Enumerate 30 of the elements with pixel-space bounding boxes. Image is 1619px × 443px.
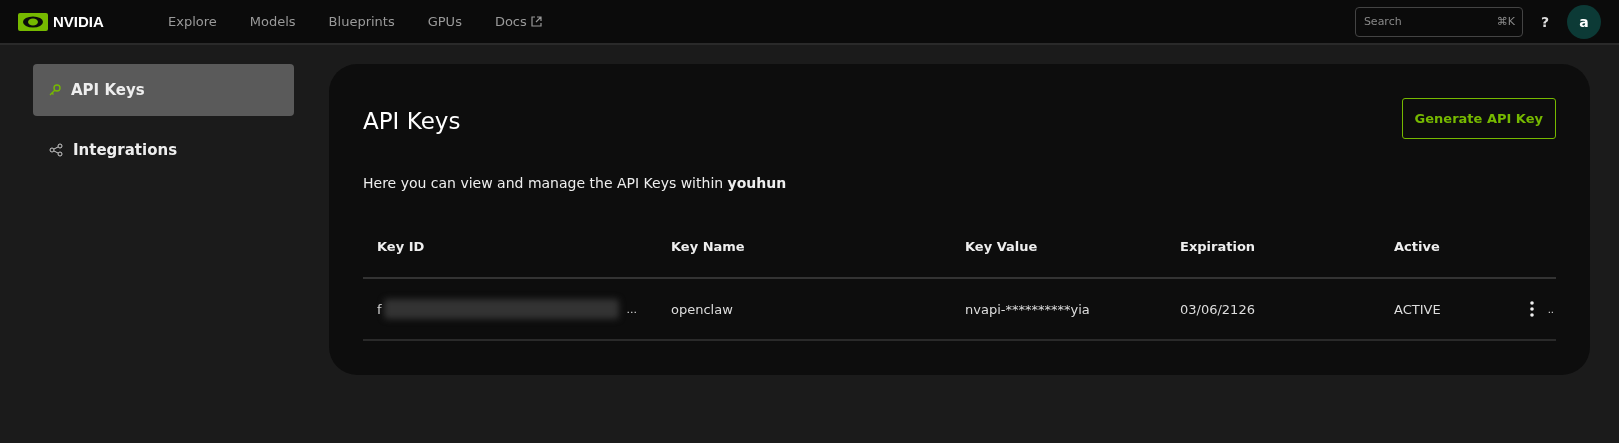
table-cell: ACTIVE <box>1394 301 1441 317</box>
sidebar-item[interactable]: API Keys <box>33 64 294 116</box>
table-cell: .. <box>1547 303 1554 315</box>
table-cell: f <box>377 301 382 317</box>
eye-logo-icon <box>18 12 48 31</box>
nav-link[interactable]: Models <box>249 14 296 29</box>
key-icon <box>49 84 61 96</box>
nav-link[interactable]: GPUs <box>427 14 462 29</box>
sidebar-item[interactable]: Integrations <box>33 124 294 176</box>
table-cell: nvapi-**********yia <box>965 301 1090 317</box>
help-button[interactable]: ? <box>1536 11 1553 32</box>
generate-key-button[interactable]: Generate API Key <box>1401 98 1556 139</box>
table-cell: 03/06/2126 <box>1180 301 1255 317</box>
description-text: Here you can view and manage the API Keys within youhun <box>363 175 788 191</box>
more-icon[interactable] <box>1529 301 1534 317</box>
column-header: Active <box>1393 239 1441 254</box>
nav-link[interactable]: Docs <box>494 14 542 29</box>
column-header: Key Name <box>670 239 746 254</box>
brand-name[interactable]: NVIDIA <box>53 13 104 30</box>
shortcut-hint: ⌘K <box>1496 14 1515 28</box>
column-header: Key ID <box>376 239 426 254</box>
column-header: Key Value <box>964 239 1039 254</box>
nav-link[interactable]: Blueprints <box>328 14 395 29</box>
table-cell: openclaw <box>671 301 733 317</box>
user-avatar[interactable]: a <box>1567 4 1601 39</box>
share-icon <box>49 143 63 157</box>
page-title: API Keys <box>363 108 461 134</box>
nav-link[interactable]: Explore <box>168 14 217 29</box>
table-cell: ... <box>626 302 638 316</box>
column-header: Expiration <box>1179 239 1257 254</box>
